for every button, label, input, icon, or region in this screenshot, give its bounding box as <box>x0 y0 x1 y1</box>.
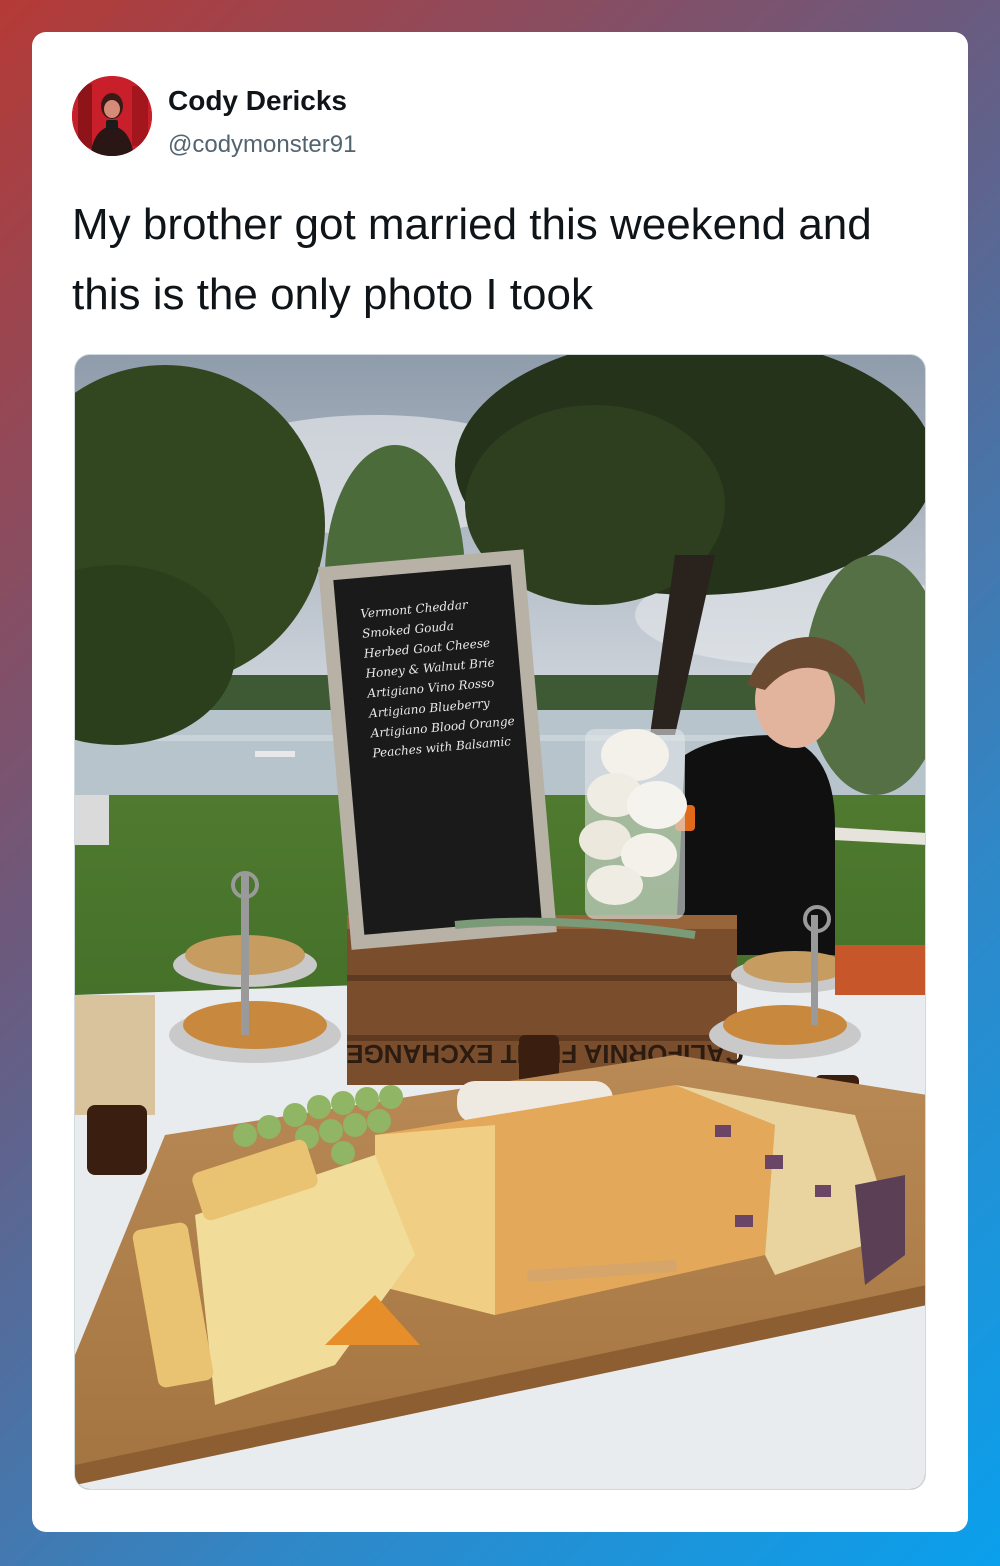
tweet-header: Cody Dericks @codymonster91 <box>72 76 932 159</box>
display-name[interactable]: Cody Dericks <box>168 85 347 117</box>
photo-scene: CALIFORNIA FRUIT EXCHANGE Vermont Chedda… <box>75 355 925 1489</box>
tweet-card: Cody Dericks @codymonster91 My brother g… <box>32 32 968 1532</box>
tweet-text: My brother got married this weekend and … <box>72 200 872 319</box>
user-handle[interactable]: @codymonster91 <box>168 131 356 159</box>
tweet-photo[interactable]: CALIFORNIA FRUIT EXCHANGE Vermont Chedda… <box>74 354 926 1490</box>
avatar[interactable] <box>72 76 152 156</box>
